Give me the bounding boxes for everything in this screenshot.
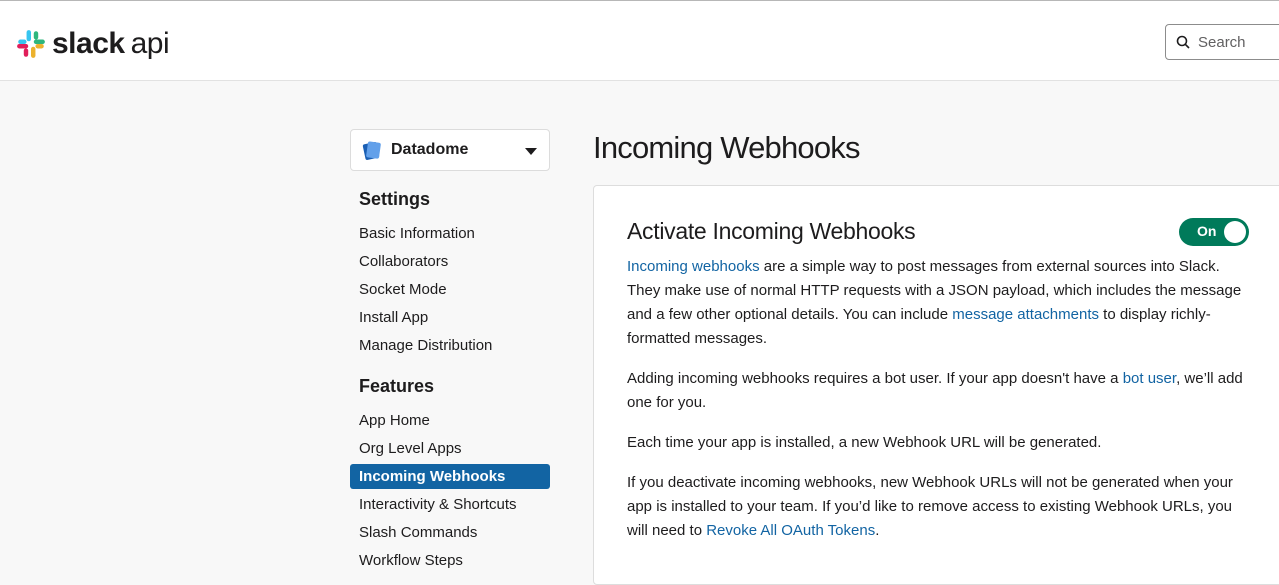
deactivate-paragraph: If you deactivate incoming webhooks, new… (627, 471, 1247, 543)
sidebar-item-incoming-webhooks[interactable]: Incoming Webhooks (350, 464, 550, 489)
sidebar-item-org-level-apps[interactable]: Org Level Apps (350, 436, 550, 461)
toggle-knob (1224, 221, 1246, 243)
bot-user-link[interactable]: bot user (1123, 370, 1176, 387)
activate-webhooks-toggle[interactable]: On (1179, 218, 1249, 246)
chevron-down-icon (525, 148, 537, 155)
sidebar-item-socket-mode[interactable]: Socket Mode (350, 277, 550, 302)
sidebar-item-collaborators[interactable]: Collaborators (350, 249, 550, 274)
search-icon (1176, 35, 1190, 49)
top-header: slack api (0, 0, 1279, 81)
brand-text: slack api (52, 27, 170, 60)
search-input[interactable] (1196, 32, 1279, 52)
page-title: Incoming Webhooks (593, 130, 861, 165)
deactivate-text-2: . (875, 522, 880, 539)
sidebar-item-basic-information[interactable]: Basic Information (350, 221, 550, 246)
bot-text-1: Adding incoming webhooks requires a bot … (627, 370, 1123, 387)
sidebar-item-slash-commands[interactable]: Slash Commands (350, 520, 550, 545)
sidebar-item-app-home[interactable]: App Home (350, 408, 550, 433)
webhooks-card: Activate Incoming Webhooks On Incoming w… (593, 185, 1279, 585)
card-title: Activate Incoming Webhooks (627, 218, 916, 244)
message-attachments-link[interactable]: message attachments (952, 306, 1099, 323)
install-paragraph: Each time your app is installed, a new W… (627, 431, 1247, 455)
features-heading: Features (359, 376, 435, 396)
settings-heading: Settings (359, 189, 431, 209)
search-box[interactable] (1165, 24, 1279, 60)
brand-light: api (130, 27, 170, 60)
sidebar-item-workflow-steps[interactable]: Workflow Steps (350, 548, 550, 573)
brand-bold: slack (52, 27, 125, 60)
app-name: Datadome (391, 141, 469, 158)
slack-logo-icon (17, 30, 45, 58)
install-text: Each time your app is installed, a new W… (627, 434, 1102, 451)
slack-api-logo[interactable]: slack api (16, 27, 170, 60)
sidebar-item-manage-distribution[interactable]: Manage Distribution (350, 333, 550, 358)
app-icon (362, 141, 381, 160)
intro-paragraph: Incoming webhooks are a simple way to po… (627, 255, 1247, 351)
sidebar-item-install-app[interactable]: Install App (350, 305, 550, 330)
revoke-tokens-link[interactable]: Revoke All OAuth Tokens (706, 522, 875, 539)
bot-user-paragraph: Adding incoming webhooks requires a bot … (627, 367, 1247, 415)
app-selector[interactable]: Datadome (350, 129, 550, 171)
sidebar-item-interactivity-shortcuts[interactable]: Interactivity & Shortcuts (350, 492, 550, 517)
incoming-webhooks-link[interactable]: Incoming webhooks (627, 258, 760, 275)
toggle-label: On (1197, 223, 1217, 239)
